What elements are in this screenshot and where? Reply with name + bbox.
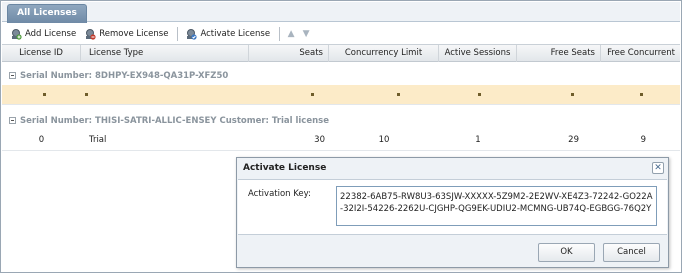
remove-license-label: Remove License [99, 28, 169, 39]
row-divider [2, 150, 680, 151]
table-row[interactable]: 0 Trial 30 10 1 29 9 [2, 131, 680, 150]
cell-active-sessions: 1 [475, 135, 481, 145]
activation-key-field[interactable]: 22382-6AB75-RW8U3-63SJW-XXXXX-5Z9M2-2E2W… [336, 186, 657, 226]
remove-license-button[interactable]: Remove License [81, 25, 171, 42]
placeholder-cell [571, 93, 574, 96]
activate-license-dialog: Activate License ✕ Activation Key: 22382… [236, 157, 669, 268]
add-license-button[interactable]: Add License [7, 25, 79, 42]
group-header-serial-1[interactable]: Serial Number: 8DHPY-EX948-QA31P-XFZ50 [2, 68, 680, 84]
dialog-title: Activate License [243, 163, 327, 173]
cell-free-concurrent: 9 [640, 135, 646, 145]
tab-strip: All Licenses [2, 2, 680, 23]
toolbar: Add License Remove License Activate Lice… [2, 23, 680, 44]
column-header-free-seats[interactable]: Free Seats [517, 45, 601, 62]
placeholder-cell [397, 93, 400, 96]
cell-seats: 30 [314, 135, 325, 145]
toolbar-separator [177, 26, 179, 41]
cell-license-type: Trial [89, 135, 107, 145]
column-header-concurrency-limit[interactable]: Concurrency Limit [329, 45, 439, 62]
placeholder-cell [85, 93, 88, 96]
arrow-up-icon[interactable]: ▲ [284, 27, 298, 41]
add-license-label: Add License [25, 28, 77, 39]
activate-license-button[interactable]: Activate License [182, 25, 273, 42]
placeholder-cell [311, 93, 314, 96]
arrow-down-icon[interactable]: ▼ [299, 27, 313, 41]
activate-license-label: Activate License [200, 28, 271, 39]
group-label: Serial Number: 8DHPY-EX948-QA31P-XFZ50 [20, 71, 229, 81]
licenses-panel: All Licenses Add License Remove License … [0, 0, 682, 273]
placeholder-cell [43, 93, 46, 96]
close-icon[interactable]: ✕ [652, 162, 664, 174]
column-header-free-concurrent[interactable]: Free Concurrent [601, 45, 680, 62]
cell-concurrency-limit: 10 [378, 135, 390, 145]
column-header-active-sessions[interactable]: Active Sessions [439, 45, 517, 62]
dialog-body: Activation Key: 22382-6AB75-RW8U3-63SJW-… [238, 179, 667, 235]
row-divider [2, 104, 680, 105]
group-header-serial-2[interactable]: Serial Number: THISI-SATRI-ALLIC-ENSEY C… [2, 113, 680, 129]
tab-all-licenses[interactable]: All Licenses [7, 4, 87, 23]
remove-license-icon [84, 28, 96, 40]
placeholder-cell [640, 93, 643, 96]
column-header-seats[interactable]: Seats [249, 45, 329, 62]
ok-button[interactable]: OK [538, 243, 595, 262]
collapse-icon[interactable] [9, 117, 16, 124]
toolbar-separator [279, 26, 281, 41]
collapse-icon[interactable] [9, 72, 16, 79]
table-row[interactable] [2, 85, 680, 104]
cell-free-seats: 29 [568, 135, 579, 145]
group-label: Serial Number: THISI-SATRI-ALLIC-ENSEY C… [20, 116, 329, 126]
placeholder-cell [478, 93, 481, 96]
cancel-button[interactable]: Cancel [603, 243, 660, 262]
column-header-license-id[interactable]: License ID [2, 45, 81, 62]
column-header-license-type[interactable]: License Type [81, 45, 249, 62]
add-license-icon [10, 28, 22, 40]
grid-header: License ID License Type Seats Concurrenc… [2, 44, 680, 62]
activation-key-label: Activation Key: [248, 189, 311, 199]
activate-license-icon [185, 28, 198, 40]
cell-license-id: 0 [38, 135, 45, 145]
